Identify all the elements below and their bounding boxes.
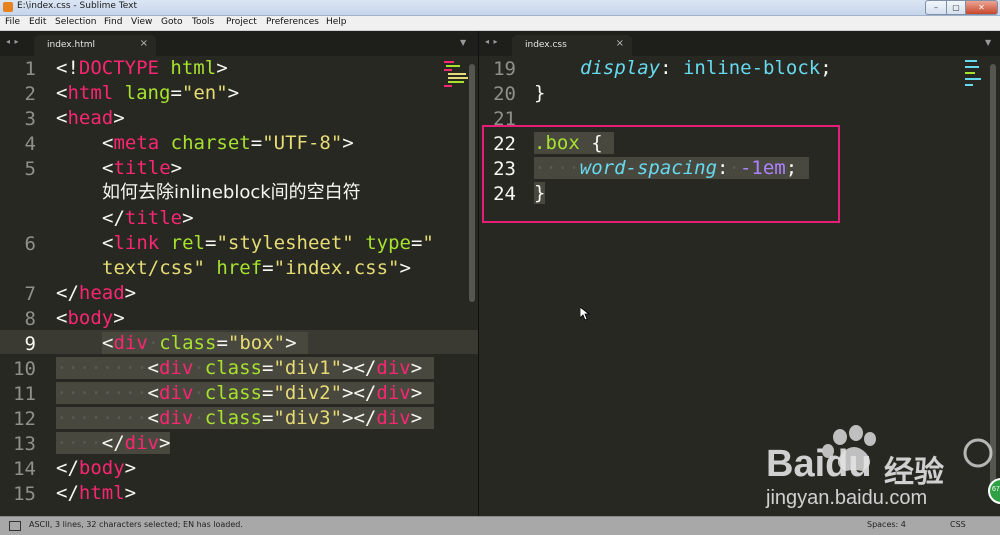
close-button[interactable]: ✕	[965, 0, 998, 15]
tab-label: index.html	[47, 40, 95, 50]
line-number: 20	[493, 83, 516, 105]
code-line-6-wrapped[interactable]: text/css" href="index.css">	[102, 256, 411, 280]
status-bar: ASCII, 3 lines, 32 characters selected; …	[0, 516, 1000, 535]
title-bar: E:\index.css - Sublime Text – ▢ ✕	[0, 0, 1000, 16]
baidu-jingyan-watermark: Baidu 经验 jingyan.baidu.com	[766, 425, 996, 515]
line-number: 1	[24, 58, 36, 80]
maximize-button[interactable]: ▢	[946, 0, 966, 15]
line-number: 12	[13, 408, 36, 430]
css-line-20[interactable]: }	[534, 81, 545, 105]
vertical-scrollbar[interactable]	[469, 64, 475, 302]
code-line-13[interactable]: ····</div>	[56, 431, 171, 455]
right-tab-bar: ◂ ▸ index.css × ▼	[479, 31, 1000, 56]
code-line-14[interactable]: </body>	[56, 456, 136, 480]
tab-close-icon[interactable]: ×	[616, 38, 624, 49]
tab-index-css[interactable]: index.css ×	[512, 35, 632, 56]
line-number: 14	[13, 458, 36, 480]
menu-edit[interactable]: Edit	[29, 17, 46, 27]
css-line-19[interactable]: display: inline-block;	[580, 56, 832, 80]
code-line-12[interactable]: ········<div·class="div3"></div>	[56, 406, 434, 430]
code-line-5-wrapped-text[interactable]: 如何去除inlineblock间的空白符	[102, 181, 361, 205]
watermark-url: jingyan.baidu.com	[766, 487, 928, 509]
line-number: 15	[13, 483, 36, 505]
line-number: 13	[13, 433, 36, 455]
line-number: 3	[24, 108, 36, 130]
line-number: 11	[13, 383, 36, 405]
line-number-current: 9	[24, 333, 36, 355]
tab-nav-arrows-icon[interactable]: ◂ ▸	[485, 37, 499, 46]
menu-file[interactable]: File	[5, 17, 20, 27]
code-line-6[interactable]: <link rel="stylesheet" type="	[102, 231, 434, 255]
code-line-3[interactable]: <head>	[56, 106, 125, 130]
line-number: 8	[24, 308, 36, 330]
tab-nav-arrows-icon[interactable]: ◂ ▸	[6, 37, 20, 46]
menu-goto[interactable]: Goto	[161, 17, 183, 27]
line-number: 7	[24, 283, 36, 305]
menu-bar: File Edit Selection Find View Goto Tools…	[0, 16, 1000, 31]
menu-find[interactable]: Find	[104, 17, 122, 27]
line-number: 4	[24, 133, 36, 155]
menu-tools[interactable]: Tools	[192, 17, 214, 27]
code-line-15[interactable]: </html>	[56, 481, 136, 505]
line-number: 2	[24, 83, 36, 105]
indentation-indicator[interactable]: Spaces: 4	[867, 520, 906, 529]
tab-index-html[interactable]: index.html ×	[34, 35, 156, 56]
menu-preferences[interactable]: Preferences	[266, 17, 319, 27]
code-line-7[interactable]: </head>	[56, 281, 136, 305]
code-line-9[interactable]: <div·class="box">	[102, 331, 308, 355]
tab-label: index.css	[525, 40, 567, 50]
sublime-text-icon	[3, 2, 13, 12]
line-number: 19	[493, 58, 516, 80]
code-line-11[interactable]: ········<div·class="div2"></div>	[56, 381, 434, 405]
editor-pane-left[interactable]: 1 2 3 4 5 6 7 8 9 10 11 12 13 14 15 <!DO…	[0, 56, 478, 516]
mouse-cursor-icon	[580, 307, 590, 321]
code-line-2[interactable]: <html lang="en">	[56, 81, 239, 105]
menu-view[interactable]: View	[131, 17, 152, 27]
syntax-indicator[interactable]: CSS	[950, 520, 966, 529]
panel-toggle-icon[interactable]	[9, 521, 21, 531]
code-line-4[interactable]: <meta charset="UTF-8">	[102, 131, 354, 155]
left-tab-bar: ◂ ▸ index.html × ▼	[0, 31, 478, 56]
watermark-brand: Baidu	[766, 443, 872, 485]
menu-help[interactable]: Help	[326, 17, 347, 27]
minimize-button[interactable]: –	[925, 0, 947, 15]
code-line-5-wrapped-close[interactable]: </title>	[102, 206, 194, 230]
tab-dropdown-icon[interactable]: ▼	[985, 38, 991, 47]
annotation-highlight-box	[482, 125, 840, 223]
tab-close-icon[interactable]: ×	[140, 38, 148, 49]
watermark-badge-text: 67	[992, 486, 1000, 493]
code-line-8[interactable]: <body>	[56, 306, 125, 330]
window-title: E:\index.css - Sublime Text	[17, 1, 138, 11]
line-number: 6	[24, 233, 36, 255]
minimap[interactable]	[442, 60, 472, 100]
watermark-sub-brand: 经验	[884, 455, 944, 490]
code-line-10[interactable]: ········<div·class="div1"></div>	[56, 356, 434, 380]
status-message: ASCII, 3 lines, 32 characters selected; …	[29, 520, 243, 529]
line-number: 5	[24, 158, 36, 180]
line-number: 10	[13, 358, 36, 380]
code-line-1[interactable]: <!DOCTYPE html>	[56, 56, 228, 80]
menu-selection[interactable]: Selection	[55, 17, 96, 27]
code-line-5[interactable]: <title>	[102, 156, 182, 180]
minimap[interactable]	[963, 58, 993, 98]
menu-project[interactable]: Project	[226, 17, 257, 27]
tab-dropdown-icon[interactable]: ▼	[460, 38, 466, 47]
